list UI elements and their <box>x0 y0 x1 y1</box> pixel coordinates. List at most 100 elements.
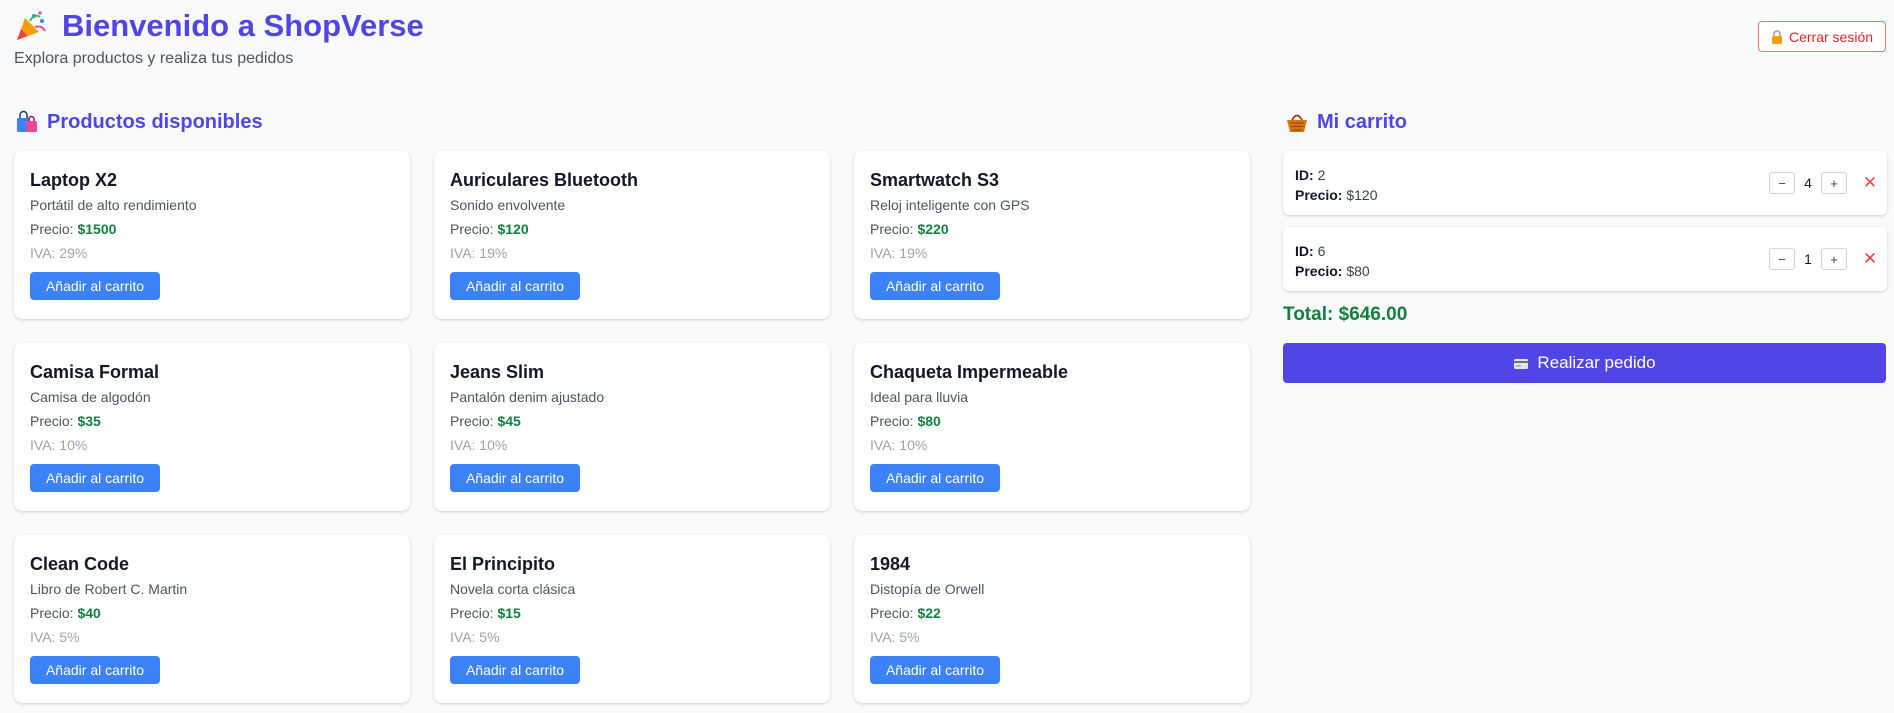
product-name: 1984 <box>870 554 911 574</box>
product-iva: IVA: 10% <box>450 437 508 453</box>
product-price: Precio: $22 <box>870 604 1234 622</box>
product-iva: IVA: 19% <box>450 245 508 261</box>
product-name: Auriculares Bluetooth <box>450 170 639 190</box>
price-label: Precio: <box>1295 187 1343 203</box>
add-to-cart-button[interactable]: Añadir al carrito <box>870 656 1000 684</box>
add-to-cart-button[interactable]: Añadir al carrito <box>870 464 1000 492</box>
add-to-cart-button[interactable]: Añadir al carrito <box>450 464 580 492</box>
cart-item: ID: 6 Precio: $80 − 1 + ✕ <box>1283 227 1887 291</box>
product-description: Ideal para lluvia <box>870 389 969 405</box>
price-label: Precio: <box>450 413 494 429</box>
page-title: Bienvenido a ShopVerse <box>62 8 424 43</box>
product-description: Pantalón denim ajustado <box>450 389 605 405</box>
price-label: Precio: <box>450 605 494 621</box>
product-description: Reloj inteligente con GPS <box>870 197 1030 213</box>
product-name: Smartwatch S3 <box>870 170 1000 190</box>
remove-item-button[interactable]: ✕ <box>1861 174 1879 192</box>
product-description: Portátil de alto rendimiento <box>30 197 197 213</box>
product-card: Laptop X2 Portátil de alto rendimiento P… <box>14 151 410 319</box>
product-name: El Principito <box>450 554 556 574</box>
product-iva: IVA: 10% <box>870 437 928 453</box>
decrease-quantity-button[interactable]: − <box>1769 172 1795 194</box>
quantity-stepper: − 1 + ✕ <box>1769 248 1879 270</box>
price-amount: $40 <box>77 605 101 621</box>
price-amount: $120 <box>497 221 529 237</box>
lock-icon <box>1771 29 1783 44</box>
page-header: Bienvenido a ShopVerse Explora productos… <box>14 8 424 68</box>
add-to-cart-button[interactable]: Añadir al carrito <box>870 272 1000 300</box>
cart-section-label: Mi carrito <box>1317 110 1408 133</box>
product-name: Chaqueta Impermeable <box>870 362 1069 382</box>
product-description: Sonido envolvente <box>450 197 566 213</box>
product-name: Laptop X2 <box>30 170 118 190</box>
add-to-cart-button[interactable]: Añadir al carrito <box>30 272 160 300</box>
product-card: Camisa Formal Camisa de algodón Precio: … <box>14 343 410 511</box>
product-name: Jeans Slim <box>450 362 545 382</box>
price-amount: $80 <box>917 413 941 429</box>
product-card: Auriculares Bluetooth Sonido envolvente … <box>434 151 830 319</box>
place-order-button[interactable]: Realizar pedido <box>1283 343 1886 383</box>
add-to-cart-button[interactable]: Añadir al carrito <box>30 464 160 492</box>
add-to-cart-button[interactable]: Añadir al carrito <box>450 272 580 300</box>
product-price: Precio: $220 <box>870 220 1234 238</box>
id-label: ID: <box>1295 243 1314 259</box>
product-price: Precio: $15 <box>450 604 814 622</box>
product-card: El Principito Novela corta clásica Preci… <box>434 535 830 703</box>
product-description: Libro de Robert C. Martin <box>30 581 188 597</box>
id-value: 6 <box>1317 243 1326 259</box>
logout-label: Cerrar sesión <box>1788 28 1874 45</box>
product-card: Jeans Slim Pantalón denim ajustado Preci… <box>434 343 830 511</box>
product-price: Precio: $120 <box>450 220 814 238</box>
cart-section-title: Mi carrito <box>1285 110 1407 134</box>
price-label: Precio: <box>870 221 914 237</box>
products-section-title: Productos disponibles <box>15 110 263 134</box>
quantity-value: 1 <box>1804 251 1812 267</box>
id-value: 2 <box>1317 167 1326 183</box>
party-popper-icon <box>14 9 48 43</box>
cart-item: ID: 2 Precio: $120 − 4 + ✕ <box>1283 151 1887 215</box>
quantity-stepper: − 4 + ✕ <box>1769 172 1879 194</box>
price-amount: $220 <box>917 221 949 237</box>
product-price: Precio: $35 <box>30 412 394 430</box>
product-card: Clean Code Libro de Robert C. Martin Pre… <box>14 535 410 703</box>
price-label: Precio: <box>450 221 494 237</box>
cart-panel: ID: 2 Precio: $120 − 4 + ✕ ID: 6 Precio:… <box>1283 151 1887 383</box>
price-label: Precio: <box>870 413 914 429</box>
product-iva: IVA: 19% <box>870 245 928 261</box>
price-value: $80 <box>1346 263 1370 279</box>
product-description: Distopía de Orwell <box>870 581 985 597</box>
price-label: Precio: <box>870 605 914 621</box>
product-iva: IVA: 10% <box>30 437 88 453</box>
product-price: Precio: $40 <box>30 604 394 622</box>
page-subtitle: Explora productos y realiza tus pedidos <box>14 50 294 67</box>
quantity-value: 4 <box>1804 175 1812 191</box>
product-grid: Laptop X2 Portátil de alto rendimiento P… <box>14 151 1250 703</box>
title-row: Bienvenido a ShopVerse <box>14 8 424 44</box>
price-value: $120 <box>1346 187 1378 203</box>
logout-button[interactable]: Cerrar sesión <box>1758 21 1886 52</box>
price-amount: $15 <box>497 605 521 621</box>
product-card: Chaqueta Impermeable Ideal para lluvia P… <box>854 343 1250 511</box>
remove-item-button[interactable]: ✕ <box>1861 250 1879 268</box>
product-price: Precio: $80 <box>870 412 1234 430</box>
price-label: Precio: <box>1295 263 1343 279</box>
increase-quantity-button[interactable]: + <box>1821 248 1847 270</box>
increase-quantity-button[interactable]: + <box>1821 172 1847 194</box>
price-amount: $45 <box>497 413 521 429</box>
product-card: Smartwatch S3 Reloj inteligente con GPS … <box>854 151 1250 319</box>
price-amount: $35 <box>77 413 101 429</box>
price-label: Precio: <box>30 605 74 621</box>
price-amount: $1500 <box>77 221 117 237</box>
product-iva: IVA: 5% <box>30 629 80 645</box>
add-to-cart-button[interactable]: Añadir al carrito <box>450 656 580 684</box>
product-iva: IVA: 5% <box>870 629 920 645</box>
products-section-label: Productos disponibles <box>47 110 263 133</box>
product-iva: IVA: 29% <box>30 245 88 261</box>
add-to-cart-button[interactable]: Añadir al carrito <box>30 656 160 684</box>
price-label: Precio: <box>30 221 74 237</box>
product-price: Precio: $45 <box>450 412 814 430</box>
price-amount: $22 <box>917 605 941 621</box>
product-card: 1984 Distopía de Orwell Precio: $22 IVA:… <box>854 535 1250 703</box>
receipt-icon <box>1513 356 1529 370</box>
decrease-quantity-button[interactable]: − <box>1769 248 1795 270</box>
